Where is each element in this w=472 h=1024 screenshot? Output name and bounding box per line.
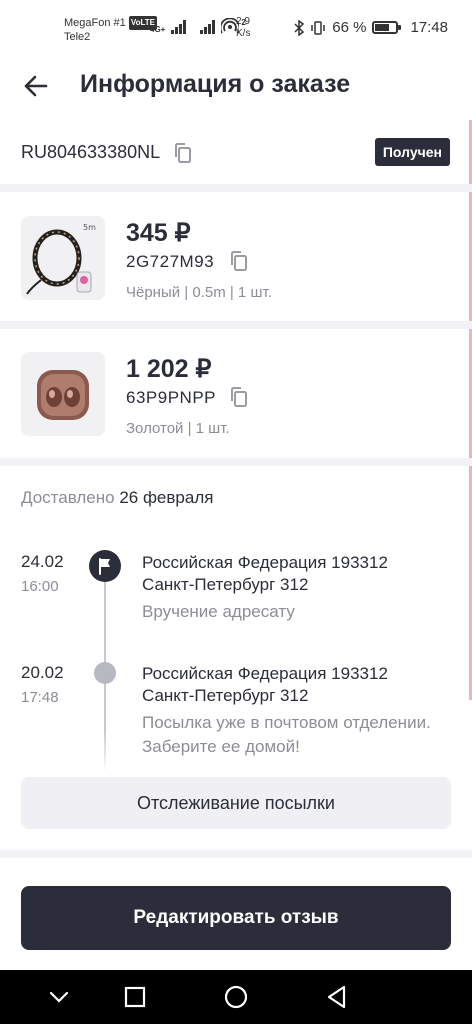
network-type: 4G+ bbox=[150, 25, 166, 34]
signal-strength-icon bbox=[171, 20, 187, 34]
product-price: 1 202 ₽ bbox=[126, 355, 212, 383]
network-speed: 2,9 K/s bbox=[236, 16, 250, 40]
edit-review-button[interactable]: Редактировать отзыв bbox=[21, 886, 451, 950]
divider bbox=[0, 458, 472, 466]
carrier-info: MegaFon #1 VoLTE Tele2 bbox=[64, 16, 157, 44]
event-description: Вручение адресату bbox=[142, 602, 295, 621]
status-right: 66 % 17:48 bbox=[294, 19, 448, 36]
product-variant: Золотой | 1 шт. bbox=[126, 420, 230, 437]
product-variant: Чёрный | 0.5m | 1 шт. bbox=[126, 284, 272, 301]
speed-unit: K/s bbox=[236, 28, 251, 39]
nav-home-button[interactable] bbox=[221, 982, 251, 1012]
nav-hide-button[interactable] bbox=[44, 982, 74, 1012]
event-time: 17:48 bbox=[21, 689, 59, 706]
thumb-label: 5m bbox=[83, 223, 96, 232]
navigation-bar bbox=[0, 970, 472, 1024]
page-title: Информация о заказе bbox=[80, 70, 351, 98]
copy-icon bbox=[231, 387, 247, 407]
divider bbox=[0, 184, 472, 192]
speed-value: 2,9 bbox=[236, 16, 250, 27]
dot-icon bbox=[94, 662, 116, 689]
event-address: Российская Федерация 193312 Санкт-Петерб… bbox=[142, 664, 388, 705]
copy-sku-button[interactable] bbox=[228, 250, 250, 272]
bluetooth-icon bbox=[294, 19, 305, 36]
copy-icon bbox=[175, 143, 191, 163]
track-parcel-button[interactable]: Отслеживание посылки bbox=[21, 777, 451, 829]
event-date: 20.02 bbox=[21, 663, 64, 682]
event-time: 16:00 bbox=[21, 578, 59, 595]
divider bbox=[0, 321, 472, 329]
event-description: Посылка уже в почтовом отделении. Забери… bbox=[142, 713, 431, 756]
product-item[interactable]: 1 202 ₽ 63P9PNPP Золотой | 1 шт. bbox=[0, 332, 472, 456]
clock: 17:48 bbox=[410, 19, 448, 36]
square-icon bbox=[124, 986, 146, 1008]
battery-icon bbox=[372, 21, 402, 34]
event-date: 24.02 bbox=[21, 552, 64, 571]
delivery-label: Доставлено bbox=[21, 488, 115, 507]
copy-order-number-button[interactable] bbox=[172, 142, 194, 164]
battery-percent: 66 % bbox=[332, 19, 367, 36]
vibrate-icon bbox=[311, 20, 325, 35]
copy-icon bbox=[231, 251, 247, 271]
delivery-date: 26 февраля bbox=[119, 488, 214, 507]
flag-icon bbox=[89, 550, 121, 587]
copy-sku-button[interactable] bbox=[228, 386, 250, 408]
product-sku: 2G727M93 bbox=[126, 252, 215, 271]
back-button[interactable] bbox=[18, 68, 54, 104]
product-image-earbuds bbox=[21, 352, 105, 436]
order-number-row: RU804633380NL Получен bbox=[0, 130, 472, 176]
signal-icons: 4G+ 2 bbox=[150, 18, 246, 34]
event-address: Российская Федерация 193312 Санкт-Петерб… bbox=[142, 553, 388, 594]
nav-back-button[interactable] bbox=[322, 982, 352, 1012]
status-badge: Получен bbox=[374, 138, 450, 166]
divider bbox=[0, 850, 472, 858]
product-sku: 63P9PNPP bbox=[126, 388, 216, 407]
order-number: RU804633380NL bbox=[21, 142, 161, 162]
delivery-status: Доставлено 26 февраля bbox=[21, 488, 213, 508]
header: Информация о заказе bbox=[0, 58, 472, 114]
chevron-down-icon bbox=[49, 991, 69, 1003]
triangle-back-icon bbox=[327, 985, 346, 1009]
carrier-1: MegaFon #1 bbox=[64, 17, 126, 29]
carrier-2: Tele2 bbox=[64, 31, 91, 43]
nav-recents-button[interactable] bbox=[120, 982, 150, 1012]
circle-icon bbox=[224, 985, 248, 1009]
product-image-led-strip: 5m bbox=[21, 216, 105, 300]
signal-strength-2-icon bbox=[200, 20, 216, 34]
product-item[interactable]: 5m 345 ₽ 2G727M93 Чёрный | 0.5m | 1 шт. bbox=[0, 196, 472, 320]
arrow-left-icon bbox=[24, 75, 48, 97]
status-bar: MegaFon #1 VoLTE Tele2 4G+ 2 2,9 K/s 66 … bbox=[0, 0, 472, 58]
product-price: 345 ₽ bbox=[126, 219, 191, 247]
